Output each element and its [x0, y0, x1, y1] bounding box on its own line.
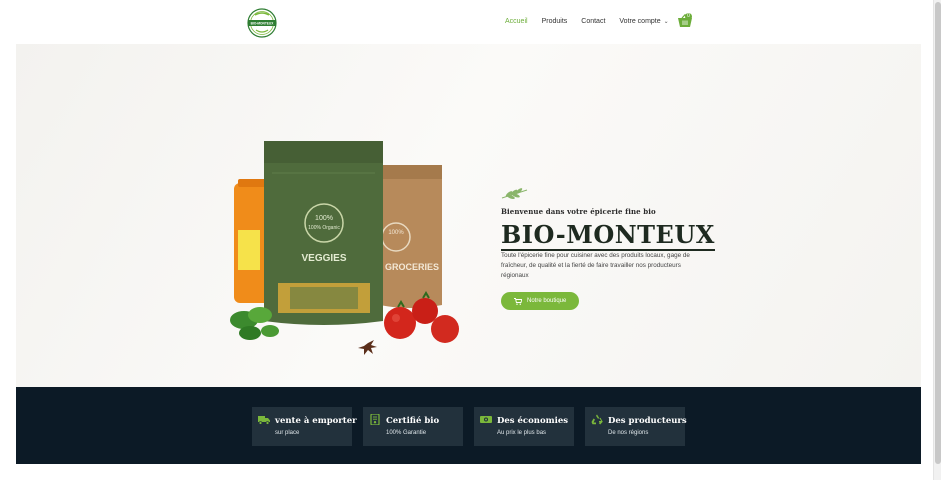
nav-item-votre-compte-label: Votre compte: [619, 18, 661, 25]
cart-icon: [514, 297, 522, 305]
hero-title: BIO-MONTEUX: [501, 220, 715, 251]
feature-subtitle: sur place: [275, 430, 300, 436]
nav-item-contact[interactable]: Contact: [581, 17, 605, 27]
feature-savings: Des économies Au prix le plus bas: [474, 407, 574, 446]
feature-title: Des économies: [497, 416, 569, 426]
shop-button[interactable]: Notre boutique: [501, 292, 579, 310]
truck-icon: [258, 416, 270, 425]
hero-description: Toute l'épicerie fine pour cuisiner avec…: [501, 252, 690, 279]
certificate-icon: [370, 414, 380, 425]
cart-count-badge: 0: [685, 13, 692, 20]
feature-takeaway: vente à emporter sur place: [252, 407, 357, 446]
chevron-down-icon: ⌄: [663, 19, 669, 25]
feature-title: Certifié bio: [386, 416, 440, 426]
feature-producers: Des producteurs De nos régions: [585, 407, 687, 446]
svg-text:100%: 100%: [315, 215, 333, 222]
feature-subtitle: De nos régions: [608, 430, 649, 436]
logo-text: BIO-MONTEUX: [251, 22, 275, 26]
hero-section: [16, 44, 921, 387]
main-nav: Accueil Produits Contact Votre compte ⌄: [505, 17, 683, 27]
page: BIO-MONTEUX Accueil Produits Contact Vot…: [0, 0, 941, 480]
logo[interactable]: BIO-MONTEUX: [247, 8, 277, 38]
bag-right-label: GROCERIES: [385, 262, 439, 272]
feature-title: vente à emporter: [275, 416, 357, 426]
bag-left-label: VEGGIES: [301, 253, 346, 264]
svg-text:100%: 100%: [388, 230, 404, 236]
feature-subtitle: 100% Garantie: [386, 430, 427, 436]
features-band: [16, 387, 921, 464]
money-icon: [480, 416, 492, 423]
page-scrollbar[interactable]: [933, 0, 941, 480]
site-header: BIO-MONTEUX Accueil Produits Contact Vot…: [0, 0, 933, 44]
hero-product-image: 100% GROCERIES 100% 100% Organic VEGGIES: [230, 141, 459, 355]
nav-item-accueil[interactable]: Accueil: [505, 17, 528, 27]
bag-left-badge: 100% Organic: [308, 225, 340, 231]
feature-title: Des producteurs: [608, 416, 687, 426]
feature-subtitle: Au prix le plus bas: [497, 430, 547, 436]
nav-item-votre-compte[interactable]: Votre compte ⌄: [619, 17, 668, 27]
recycle-icon: [591, 414, 603, 425]
nav-item-produits[interactable]: Produits: [542, 17, 568, 27]
hero-subtitle: Bienvenue dans votre épicerie fine bio: [501, 207, 656, 216]
leaf-decoration-icon: [501, 188, 528, 200]
feature-certified: Certifié bio 100% Garantie: [363, 407, 463, 446]
shop-button-label: Notre boutique: [527, 298, 567, 304]
scrollbar-thumb[interactable]: [935, 2, 941, 464]
